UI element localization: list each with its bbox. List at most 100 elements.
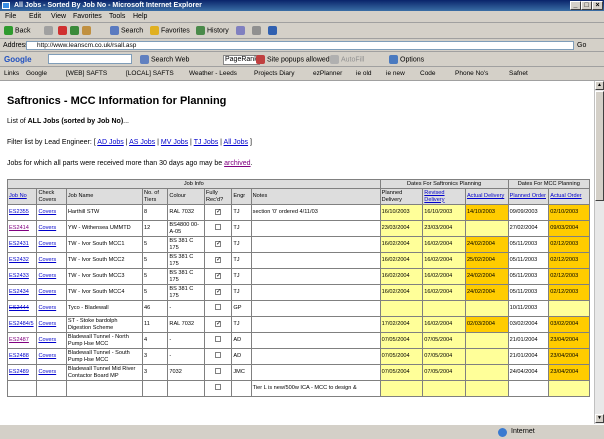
menu-tools[interactable]: Tools [109,13,125,20]
job-no-link[interactable]: ES2489 [9,369,29,375]
fully-received-checkbox[interactable]: ✓ [215,321,221,328]
header-planned-order[interactable]: Planned Order [507,188,550,205]
favorites-button[interactable]: Favorites [150,26,190,36]
link-ie-new[interactable]: ie new [386,70,405,77]
covers-link[interactable]: Covers [38,289,56,295]
covers-link[interactable]: Covers [38,369,56,375]
scroll-up-icon[interactable]: ▲ [595,81,604,90]
link-ie-old[interactable]: ie old [356,70,372,77]
minimize-button[interactable]: _ [570,1,581,10]
covers-link[interactable]: Covers [38,321,56,327]
close-button[interactable]: × [592,1,603,10]
covers-link[interactable]: Covers [38,209,56,215]
back-button[interactable]: Back [4,26,31,36]
address-input[interactable]: http://www.leanscm.co.uk/rsall.asp [26,41,574,50]
window-titlebar[interactable]: All Jobs - Sorted By Job No - Microsoft … [0,0,604,11]
refresh-button[interactable] [70,26,81,36]
engr-cell: GP [231,300,252,317]
link-web-safts[interactable]: [WEB] SAFTS [66,70,107,77]
covers-link[interactable]: Covers [38,225,56,231]
link-safnet[interactable]: Safnet [509,70,528,77]
colour-cell: 7032 [167,364,205,381]
fully-received-checkbox[interactable] [215,336,222,343]
menu-view[interactable]: View [51,13,66,20]
fully-received-checkbox[interactable]: ✓ [215,241,221,248]
job-no-link[interactable]: ES2434 [9,289,29,295]
page-title: Saftronics - MCC Information for Plannin… [7,95,227,107]
filter-ad-jobs[interactable]: AD Jobs [97,139,123,146]
link-code[interactable]: Code [420,70,436,77]
fully-received-checkbox[interactable] [215,368,222,375]
fully-received-checkbox[interactable] [215,304,222,311]
job-no-link[interactable]: ES2484/5 [9,321,34,327]
search-button[interactable]: Search [110,26,143,36]
vertical-scrollbar[interactable]: ▲ ▼ [594,81,604,424]
menu-file[interactable]: File [5,13,16,20]
menu-edit[interactable]: Edit [29,13,41,20]
covers-link[interactable]: Covers [38,257,56,263]
job-no-link[interactable]: ES2431 [9,241,29,247]
options-button[interactable]: Options [389,55,424,65]
engr-cell: JMC [231,364,252,381]
archived-link[interactable]: archived [224,160,250,167]
filter-all-jobs[interactable]: All Jobs [224,139,249,146]
covers-link[interactable]: Covers [38,337,56,343]
fully-recd-cell: ✓ [203,236,233,253]
planned-delivery-cell: 16/02/2004 [379,268,424,285]
filter-as-jobs[interactable]: AS Jobs [129,139,155,146]
print-button[interactable] [252,26,263,36]
link-local-safts[interactable]: [LOCAL] SAFTS [126,70,174,77]
go-button[interactable]: Go [577,42,586,49]
header-revised-delivery[interactable]: Revised Delivery [422,188,466,205]
google-toolbar: Google Search Web PageRank Site popups a… [0,52,604,67]
job-no-link[interactable]: ES2487 [9,337,29,343]
fully-received-checkbox[interactable]: ✓ [215,257,221,264]
history-button[interactable]: History [196,26,229,36]
header-actual-delivery[interactable]: Actual Delivery [464,188,509,205]
popups-button[interactable]: Site popups allowed [256,55,330,65]
actual-order-cell [548,300,590,317]
fully-received-checkbox[interactable]: ✓ [215,273,221,280]
header-planned-delivery: Planned Delivery [379,188,424,205]
job-no-link[interactable]: ES2432 [9,257,29,263]
fully-received-checkbox[interactable] [215,224,222,231]
job-no-link[interactable]: ES2355 [9,209,29,215]
maximize-button[interactable]: □ [581,1,592,10]
header-actual-order[interactable]: Actual Order [548,188,590,205]
forward-button[interactable] [44,26,55,36]
google-search-input[interactable] [48,54,132,64]
engr-cell: TJ [231,220,252,237]
covers-link[interactable]: Covers [38,353,56,359]
fully-received-checkbox[interactable]: ✓ [215,289,221,296]
link-projects-diary[interactable]: Projects Diary [254,70,294,77]
filter-tj-jobs[interactable]: TJ Jobs [194,139,219,146]
menu-help[interactable]: Help [133,13,147,20]
fully-received-checkbox[interactable] [215,384,222,391]
stop-button[interactable] [58,26,69,36]
job-no-link[interactable]: ES2488 [9,353,29,359]
edit-button[interactable] [268,26,279,36]
search-web-button[interactable]: Search Web [140,55,189,65]
home-button[interactable] [82,26,93,36]
job-no-link[interactable]: ES2414 [9,225,29,231]
link-google[interactable]: Google [26,70,47,77]
menu-favorites[interactable]: Favorites [73,13,102,20]
covers-link[interactable]: Covers [38,241,56,247]
job-no-link[interactable]: ES2444 [9,305,29,311]
notes-cell [250,236,381,253]
revised-delivery-cell: 16/02/2004 [422,284,466,301]
scroll-down-icon[interactable]: ▼ [595,414,604,423]
fully-received-checkbox[interactable]: ✓ [215,209,221,216]
filter-mv-jobs[interactable]: MV Jobs [161,139,188,146]
link-phone-nos[interactable]: Phone No's [455,70,488,77]
autofill-button[interactable]: AutoFill [330,55,364,65]
scroll-thumb[interactable] [595,91,604,201]
mail-button[interactable] [236,26,247,36]
link-ezplanner[interactable]: ezPlanner [313,70,342,77]
covers-link[interactable]: Covers [38,305,56,311]
header-job-no[interactable]: Job No [6,188,38,205]
covers-link[interactable]: Covers [38,273,56,279]
job-no-link[interactable]: ES2433 [9,273,29,279]
link-weather-leeds[interactable]: Weather - Leeds [189,70,237,77]
fully-received-checkbox[interactable] [215,352,222,359]
